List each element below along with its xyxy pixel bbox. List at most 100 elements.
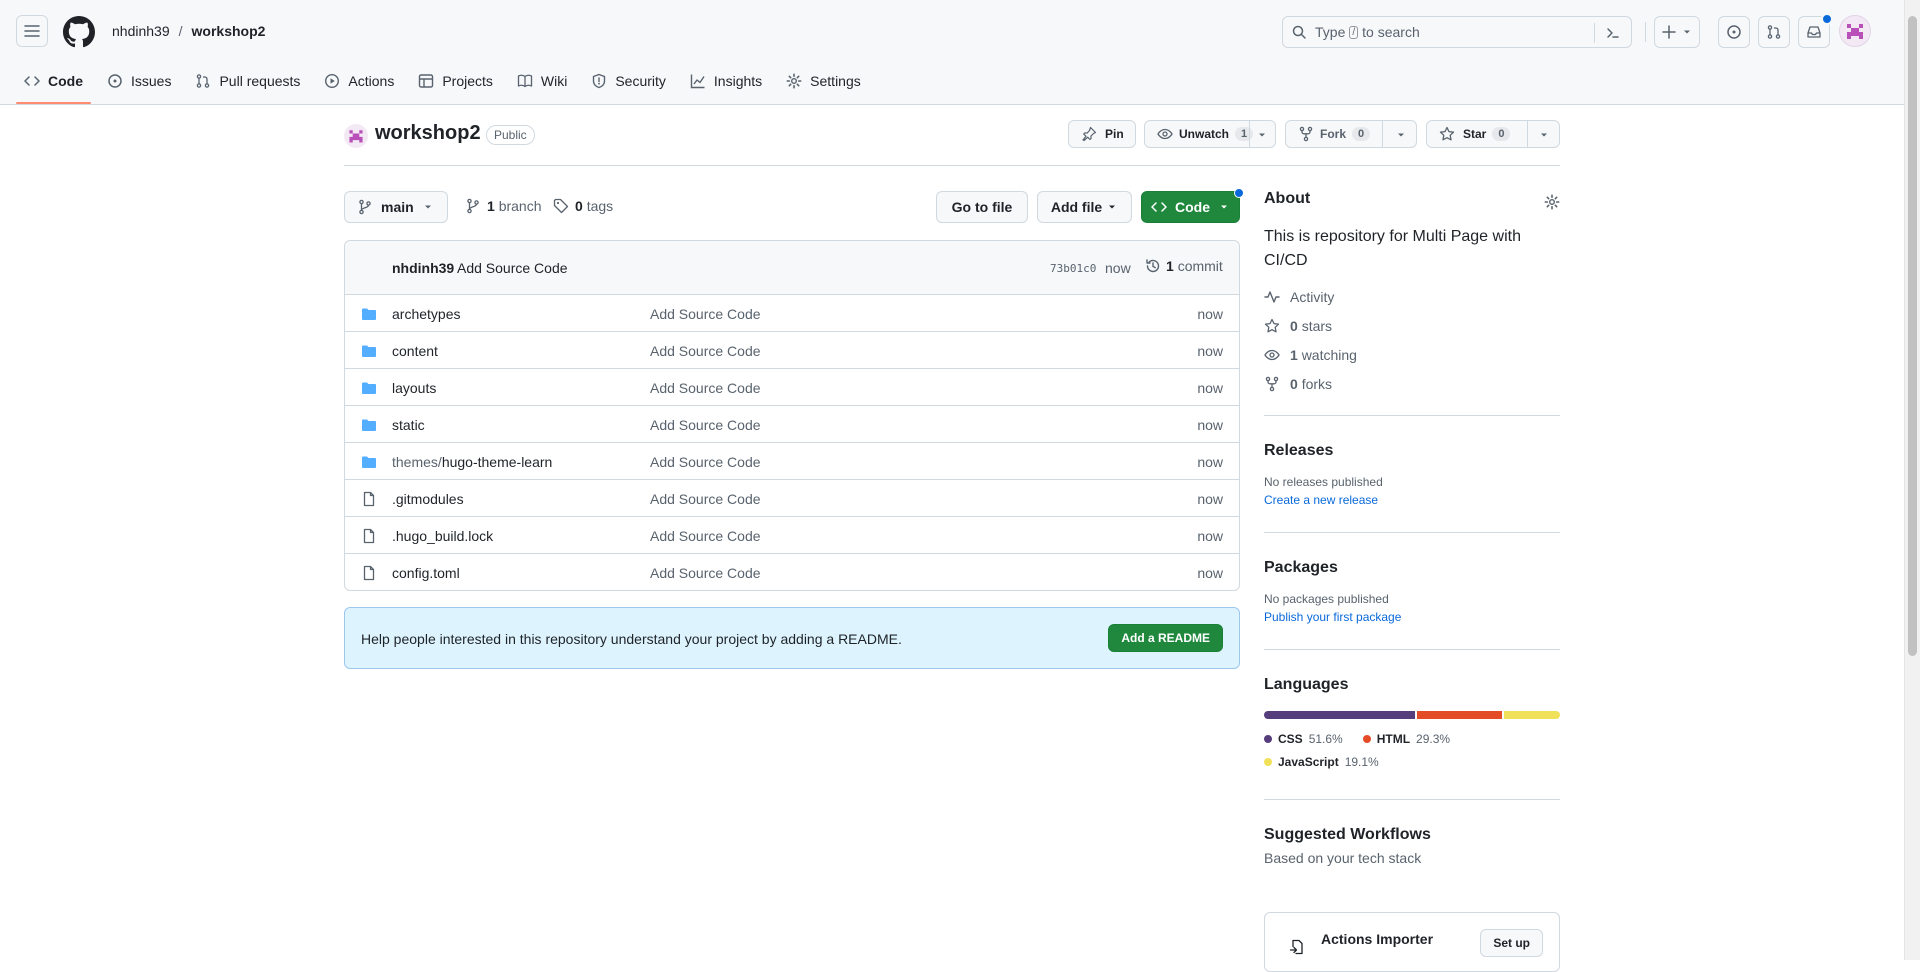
file-commit-message[interactable]: Add Source Code bbox=[650, 565, 761, 581]
star-label: Star bbox=[1463, 127, 1487, 141]
chevron-down-icon[interactable] bbox=[1256, 129, 1268, 141]
language-bar bbox=[1264, 711, 1560, 719]
search-shortcut-key: / bbox=[1349, 25, 1359, 39]
tab-settings[interactable]: Settings bbox=[778, 58, 869, 104]
branch-selector[interactable]: main bbox=[344, 191, 448, 223]
chevron-down-icon[interactable] bbox=[1395, 129, 1407, 141]
folder-icon bbox=[361, 343, 377, 359]
file-row[interactable]: config.toml Add Source Code now bbox=[345, 554, 1239, 590]
owner-link[interactable]: nhdinh39 bbox=[112, 23, 170, 39]
file-icon bbox=[361, 491, 377, 507]
notification-dot bbox=[1821, 13, 1833, 25]
terminal-icon[interactable] bbox=[1605, 25, 1621, 41]
file-row[interactable]: static Add Source Code now bbox=[345, 406, 1239, 443]
file-name-link[interactable]: archetypes bbox=[392, 306, 460, 322]
pin-button[interactable]: Pin bbox=[1068, 120, 1136, 148]
go-to-file-button[interactable]: Go to file bbox=[936, 191, 1028, 223]
file-row[interactable]: themes/hugo-theme-learn Add Source Code no… bbox=[345, 443, 1239, 480]
chevron-down-icon bbox=[1684, 30, 1690, 34]
fork-label: Fork bbox=[1320, 127, 1347, 141]
language-color-dot bbox=[1362, 735, 1371, 743]
tab-issues[interactable]: Issues bbox=[99, 58, 179, 104]
file-row[interactable]: layouts Add Source Code now bbox=[345, 369, 1239, 406]
repo-title[interactable]: workshop2 bbox=[375, 122, 481, 145]
watching-link[interactable]: 1 watching bbox=[1264, 340, 1560, 369]
scrollbar-thumb[interactable] bbox=[1908, 16, 1917, 656]
tab-insights[interactable]: Insights bbox=[682, 58, 770, 104]
forks-link[interactable]: 0 forks bbox=[1264, 369, 1560, 398]
file-name-link[interactable]: themes/hugo-theme-learn bbox=[392, 454, 552, 470]
publish-package-link[interactable]: Publish your first package bbox=[1264, 610, 1560, 624]
file-commit-message[interactable]: Add Source Code bbox=[650, 380, 761, 396]
file-commit-message[interactable]: Add Source Code bbox=[650, 454, 761, 470]
tab-projects[interactable]: Projects bbox=[410, 58, 501, 104]
commits-link[interactable]: 1 commit bbox=[1145, 258, 1223, 274]
workflow-title: Actions Importer bbox=[1321, 931, 1434, 947]
commit-message[interactable]: Add Source Code bbox=[457, 260, 568, 276]
button-split bbox=[1527, 121, 1528, 147]
tags-link[interactable]: 0 tags bbox=[553, 198, 613, 214]
setup-workflow-button[interactable]: Set up bbox=[1480, 929, 1543, 957]
scrollbar[interactable] bbox=[1904, 0, 1920, 960]
branches-link[interactable]: 1 branch bbox=[465, 198, 542, 214]
file-name-link[interactable]: layouts bbox=[392, 380, 436, 396]
file-row[interactable]: archetypes Add Source Code now bbox=[345, 295, 1239, 332]
file-name-link[interactable]: static bbox=[392, 417, 425, 433]
tab-code[interactable]: Code bbox=[16, 58, 91, 104]
repo-owner-avatar[interactable] bbox=[344, 124, 368, 148]
about-stats: Activity 0 stars 1 watching 0 forks bbox=[1264, 282, 1560, 398]
unwatch-button[interactable]: Unwatch 1 bbox=[1144, 120, 1276, 148]
file-name-link[interactable]: .hugo_build.lock bbox=[392, 528, 493, 544]
file-row[interactable]: .gitmodules Add Source Code now bbox=[345, 480, 1239, 517]
language-item[interactable]: JavaScript 19.1% bbox=[1264, 751, 1379, 773]
file-row[interactable]: content Add Source Code now bbox=[345, 332, 1239, 369]
github-logo[interactable] bbox=[63, 16, 95, 48]
pull-requests-button[interactable] bbox=[1758, 16, 1790, 48]
hamburger-menu-button[interactable] bbox=[16, 15, 48, 47]
file-commit-message[interactable]: Add Source Code bbox=[650, 417, 761, 433]
language-item[interactable]: HTML 29.3% bbox=[1362, 728, 1450, 750]
title-divider bbox=[344, 165, 1560, 166]
releases-heading[interactable]: Releases bbox=[1264, 442, 1560, 460]
file-commit-message[interactable]: Add Source Code bbox=[650, 343, 761, 359]
fork-button[interactable]: Fork 0 bbox=[1285, 120, 1417, 148]
stars-link[interactable]: 0 stars bbox=[1264, 311, 1560, 340]
history-icon bbox=[1146, 259, 1160, 273]
identicon-avatar bbox=[1847, 24, 1863, 39]
tab-actions[interactable]: Actions bbox=[316, 58, 402, 104]
chevron-down-icon[interactable] bbox=[1538, 129, 1550, 141]
avatar[interactable] bbox=[1839, 15, 1871, 47]
activity-link[interactable]: Activity bbox=[1264, 282, 1560, 311]
tab-security[interactable]: Security bbox=[583, 58, 674, 104]
language-item[interactable]: CSS 51.6% bbox=[1264, 728, 1343, 750]
file-commit-message[interactable]: Add Source Code bbox=[650, 306, 761, 322]
tab-pull-requests[interactable]: Pull requests bbox=[187, 58, 308, 104]
create-release-link[interactable]: Create a new release bbox=[1264, 493, 1560, 507]
add-readme-button[interactable]: Add a README bbox=[1108, 624, 1223, 652]
star-button[interactable]: Star 0 bbox=[1426, 120, 1560, 148]
packages-heading[interactable]: Packages bbox=[1264, 559, 1560, 577]
add-file-button[interactable]: Add file bbox=[1037, 191, 1132, 223]
commit-author[interactable]: nhdinh39 bbox=[392, 260, 454, 276]
folder-icon bbox=[361, 306, 377, 322]
file-row[interactable]: .hugo_build.lock Add Source Code now bbox=[345, 517, 1239, 554]
file-commit-time: now bbox=[1197, 306, 1223, 322]
repo-link[interactable]: workshop2 bbox=[192, 23, 266, 39]
commit-sha[interactable]: 73b01c0 bbox=[1050, 262, 1096, 275]
file-name-link[interactable]: content bbox=[392, 343, 438, 359]
gear-icon[interactable] bbox=[1544, 194, 1560, 210]
code-dropdown-button[interactable]: Code bbox=[1141, 191, 1240, 223]
code-icon bbox=[24, 76, 40, 86]
file-name-link[interactable]: .gitmodules bbox=[392, 491, 464, 507]
search-input[interactable]: Type / to search bbox=[1282, 16, 1632, 48]
file-name: hugo-theme-learn bbox=[441, 454, 553, 470]
language-bar-segment bbox=[1416, 711, 1503, 719]
issues-button[interactable] bbox=[1718, 16, 1750, 48]
create-new-button[interactable] bbox=[1654, 16, 1700, 48]
inbox-button[interactable] bbox=[1798, 13, 1833, 48]
file-commit-message[interactable]: Add Source Code bbox=[650, 528, 761, 544]
file-name-link[interactable]: config.toml bbox=[392, 565, 460, 581]
file-commit-message[interactable]: Add Source Code bbox=[650, 491, 761, 507]
code-icon bbox=[1151, 202, 1167, 212]
tab-wiki[interactable]: Wiki bbox=[509, 58, 575, 104]
